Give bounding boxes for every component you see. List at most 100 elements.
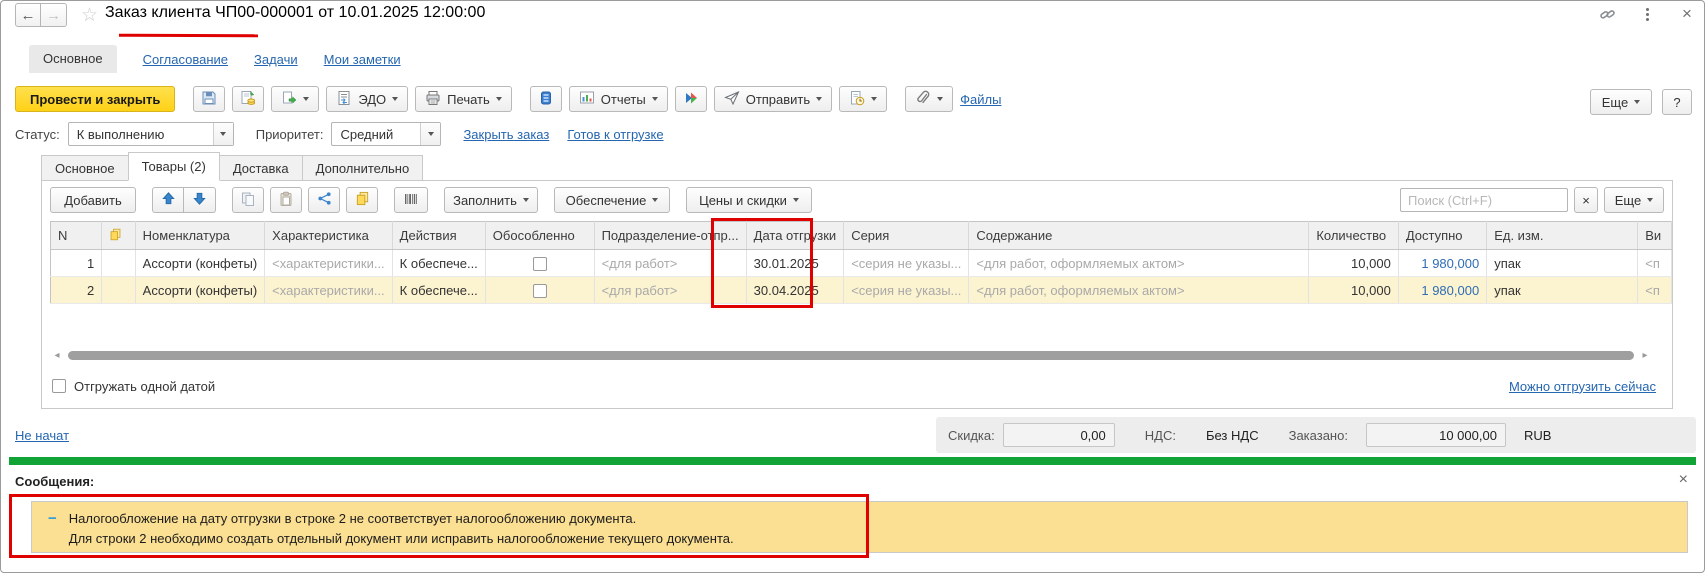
cell-n[interactable]: 1 — [50, 249, 103, 277]
files-link[interactable]: Файлы — [960, 92, 1001, 107]
scrollbar-thumb[interactable] — [68, 350, 1634, 360]
col-unit[interactable]: Ед. изм. — [1486, 221, 1639, 250]
collapse-dash-icon[interactable]: − — [48, 509, 57, 552]
cell-department[interactable]: <для работ> — [594, 276, 747, 304]
nav-tab-main[interactable]: Основное — [29, 45, 117, 73]
post-and-close-button[interactable]: Провести и закрыть — [15, 86, 176, 112]
col-vid[interactable]: Ви — [1637, 221, 1672, 250]
cell-unit[interactable]: упак — [1486, 276, 1639, 304]
favorite-star-icon[interactable]: ☆ — [81, 4, 98, 27]
external-check-button[interactable] — [674, 86, 707, 112]
checkbox[interactable] — [532, 283, 547, 298]
cell-separate[interactable] — [485, 276, 595, 304]
cell-separate[interactable] — [485, 249, 595, 277]
cell-nomenclature[interactable]: Ассорти (конфеты) — [135, 249, 266, 277]
tab-main[interactable]: Основное — [41, 155, 128, 181]
cell-n[interactable]: 2 — [50, 276, 103, 304]
fill-button[interactable]: Заполнить — [444, 187, 538, 213]
barcode-button[interactable] — [394, 187, 428, 213]
cell-ship-date-selected[interactable]: 30.04.2025 — [746, 276, 845, 304]
fulfillment-state-link[interactable]: Не начат — [15, 428, 69, 443]
col-department[interactable]: Подразделение-отпр... — [594, 221, 747, 250]
ordered-field[interactable]: 10 000,00 — [1365, 423, 1506, 447]
cell-content[interactable]: <для работ, оформляемых актом> — [968, 276, 1310, 304]
messages-close-icon[interactable]: × — [1679, 471, 1688, 489]
forward-button[interactable]: → — [41, 3, 67, 27]
more-button[interactable]: Еще — [1590, 89, 1652, 115]
table-more-button[interactable]: Еще — [1604, 187, 1664, 213]
nav-link-approval[interactable]: Согласование — [143, 52, 228, 67]
print-button[interactable]: Печать — [415, 86, 512, 112]
cell-quantity[interactable]: 10,000 — [1308, 276, 1399, 304]
back-button[interactable]: ← — [15, 3, 41, 27]
col-separate[interactable]: Обособленно — [485, 221, 595, 250]
window-menu-icon[interactable] — [1638, 5, 1656, 23]
cell-quantity[interactable]: 10,000 — [1308, 249, 1399, 277]
attachments-button[interactable] — [905, 86, 954, 112]
help-button[interactable]: ? — [1662, 89, 1692, 115]
get-link-icon[interactable] — [1598, 5, 1616, 23]
col-ship-date[interactable]: Дата отгрузки — [746, 221, 845, 250]
priority-select[interactable]: Средний — [331, 122, 442, 146]
clear-search-button[interactable]: × — [1574, 187, 1598, 213]
structure-button[interactable] — [529, 86, 562, 112]
scroll-left-icon[interactable]: ◂ — [50, 350, 64, 361]
post-document-button[interactable] — [232, 86, 265, 112]
cell-action[interactable]: К обеспече... — [392, 276, 486, 304]
col-characteristic[interactable]: Характеристика — [264, 221, 393, 250]
nav-link-tasks[interactable]: Задачи — [254, 52, 298, 67]
cell-series[interactable]: <серия не указы... — [843, 249, 970, 277]
close-window-icon[interactable]: × — [1678, 4, 1696, 23]
col-actions[interactable]: Действия — [392, 221, 486, 250]
table-row[interactable]: 1 Ассорти (конфеты) <характеристики... К… — [50, 249, 1672, 277]
horizontal-scrollbar[interactable]: ◂ ▸ — [50, 349, 1652, 361]
ship-same-date-checkbox[interactable]: Отгружать одной датой — [52, 379, 215, 394]
cell-characteristic[interactable]: <характеристики... — [264, 276, 393, 304]
col-series[interactable]: Серия — [843, 221, 970, 250]
table-row-selected[interactable]: 2 Ассорти (конфеты) <характеристики... К… — [50, 276, 1672, 304]
tab-delivery[interactable]: Доставка — [219, 155, 302, 181]
add-row-button[interactable]: Добавить — [50, 187, 136, 213]
cell-content[interactable]: <для работ, оформляемых актом> — [968, 249, 1310, 277]
create-based-on-button[interactable] — [271, 86, 320, 112]
cell-vid[interactable]: <п — [1637, 276, 1672, 304]
close-order-link[interactable]: Закрыть заказ — [463, 127, 549, 142]
cell-available[interactable]: 1 980,000 — [1398, 276, 1488, 304]
col-n[interactable]: N — [50, 221, 103, 250]
save-button[interactable] — [193, 86, 226, 112]
send-button[interactable]: Отправить — [713, 86, 833, 112]
col-nomenclature[interactable]: Номенклатура — [135, 221, 266, 250]
checkbox[interactable] — [52, 379, 66, 393]
col-available[interactable]: Доступно — [1398, 221, 1488, 250]
cell-vid[interactable]: <п — [1637, 249, 1672, 277]
checkbox[interactable] — [532, 256, 547, 271]
cell-series[interactable]: <серия не указы... — [843, 276, 970, 304]
duplicate-button[interactable] — [346, 187, 378, 213]
cell-characteristic[interactable]: <характеристики... — [264, 249, 393, 277]
nav-link-notes[interactable]: Мои заметки — [324, 52, 401, 67]
cell-nomenclature[interactable]: Ассорти (конфеты) — [135, 276, 266, 304]
reports-button[interactable]: Отчеты — [568, 86, 668, 112]
tab-additional[interactable]: Дополнительно — [301, 155, 424, 181]
cell-marker[interactable] — [101, 276, 136, 304]
tab-goods[interactable]: Товары (2) — [127, 152, 220, 181]
share-rows-button[interactable] — [308, 187, 340, 213]
move-down-button[interactable] — [184, 187, 216, 213]
prices-discounts-button[interactable]: Цены и скидки — [686, 187, 812, 213]
cell-department[interactable]: <для работ> — [594, 249, 747, 277]
reminder-button[interactable] — [839, 86, 888, 112]
discount-field[interactable]: 0,00 — [1002, 423, 1115, 447]
col-content[interactable]: Содержание — [968, 221, 1310, 250]
scroll-right-icon[interactable]: ▸ — [1638, 350, 1652, 361]
message-panel[interactable]: − Налогообложение на дату отгрузки в стр… — [31, 501, 1688, 553]
cell-unit[interactable]: упак — [1486, 249, 1639, 277]
move-up-button[interactable] — [152, 187, 184, 213]
cell-marker[interactable] — [101, 249, 136, 277]
col-quantity[interactable]: Количество — [1308, 221, 1399, 250]
supply-button[interactable]: Обеспечение — [554, 187, 670, 213]
status-select[interactable]: К выполнению — [67, 122, 234, 146]
edo-button[interactable]: ЭДО — [326, 86, 409, 112]
cell-action[interactable]: К обеспече... — [392, 249, 486, 277]
col-marker[interactable] — [101, 221, 136, 250]
cell-available[interactable]: 1 980,000 — [1398, 249, 1488, 277]
